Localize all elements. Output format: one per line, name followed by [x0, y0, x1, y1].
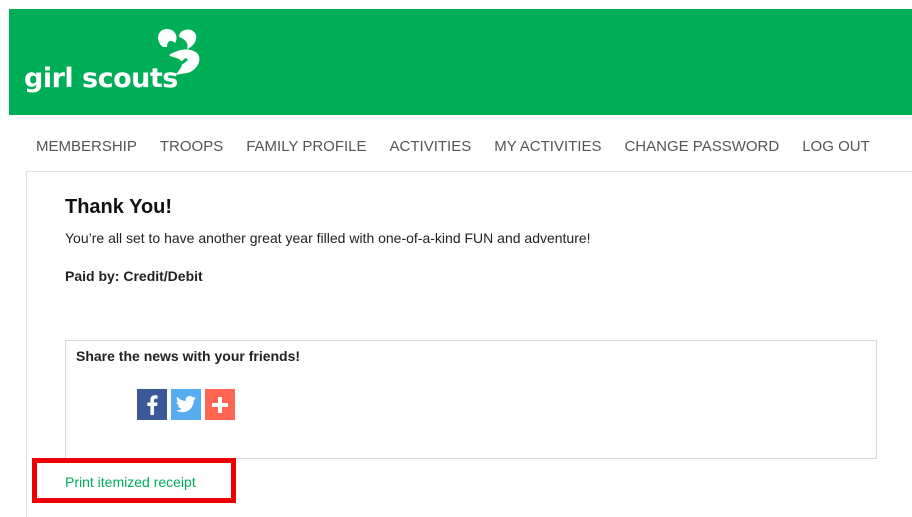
facebook-icon	[147, 394, 158, 415]
confirmation-message: You’re all set to have another great yea…	[65, 230, 591, 246]
site-header: girl scouts	[9, 9, 912, 115]
print-receipt-link[interactable]: Print itemized receipt	[65, 474, 196, 490]
nav-divider	[26, 171, 912, 172]
twitter-share-button[interactable]	[171, 389, 201, 420]
nav-item-my-activities[interactable]: MY ACTIVITIES	[494, 138, 601, 158]
nav-item-membership[interactable]: MEMBERSHIP	[36, 138, 137, 158]
content-border	[26, 171, 27, 517]
more-share-button[interactable]	[205, 389, 235, 420]
brand-logo-text[interactable]: girl scouts	[24, 63, 178, 94]
twitter-icon	[176, 396, 196, 413]
share-panel: Share the news with your friends!	[65, 340, 877, 459]
nav-item-family-profile[interactable]: FAMILY PROFILE	[246, 138, 366, 158]
payment-method: Paid by: Credit/Debit	[65, 268, 203, 284]
nav-item-activities[interactable]: ACTIVITIES	[390, 138, 472, 158]
share-title: Share the news with your friends!	[76, 348, 301, 364]
nav-item-change-password[interactable]: CHANGE PASSWORD	[624, 138, 779, 158]
share-buttons	[137, 389, 235, 420]
nav-item-troops[interactable]: TROOPS	[160, 138, 223, 158]
facebook-share-button[interactable]	[137, 389, 167, 420]
nav-item-log-out[interactable]: LOG OUT	[802, 138, 870, 158]
page-title: Thank You!	[65, 196, 173, 218]
plus-icon	[212, 396, 228, 413]
main-nav: MEMBERSHIP TROOPS FAMILY PROFILE ACTIVIT…	[36, 138, 912, 158]
